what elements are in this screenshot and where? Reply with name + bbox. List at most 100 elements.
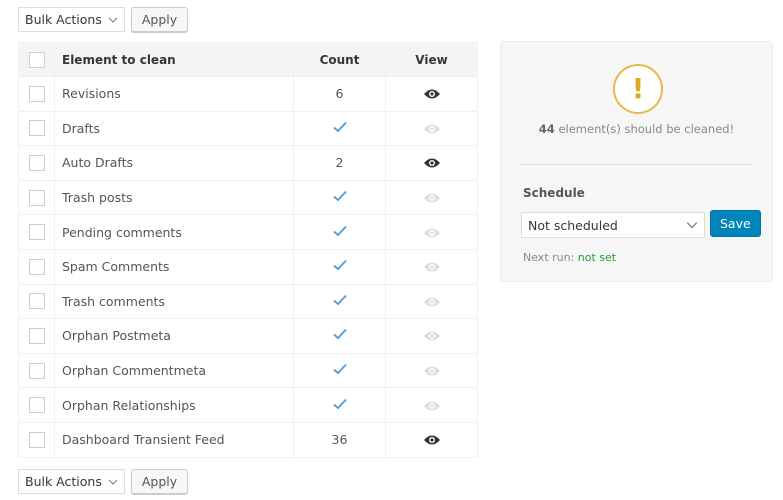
check-icon	[332, 190, 347, 202]
check-icon	[332, 398, 347, 410]
row-count-cell: 6	[293, 76, 386, 112]
check-icon	[332, 329, 347, 340]
row-checkbox-cell	[18, 110, 55, 147]
table-row: Auto Drafts 2	[18, 145, 478, 181]
row-checkbox[interactable]	[28, 154, 45, 171]
row-count: 2	[335, 155, 344, 171]
table-row: Orphan Postmeta	[18, 318, 478, 354]
row-checkbox-cell	[18, 318, 55, 354]
cleanup-table: Element to clean Count View Revisions 6 …	[18, 42, 478, 458]
row-count-cell: 36	[293, 421, 386, 458]
row-view-cell	[385, 352, 478, 389]
eye-icon	[423, 228, 440, 238]
row-checkbox-cell	[18, 179, 55, 216]
row-checkbox[interactable]	[28, 224, 45, 241]
chevron-down-icon	[108, 479, 118, 485]
row-count-cell	[293, 318, 386, 354]
bulk-actions-label: Bulk Actions	[25, 12, 102, 27]
row-view-cell	[385, 387, 478, 423]
next-run-label: Next run:	[523, 251, 575, 264]
save-button[interactable]: Save	[710, 210, 761, 237]
select-all-cell	[18, 42, 55, 77]
row-name: Dashboard Transient Feed	[54, 421, 294, 458]
row-count-cell	[293, 179, 386, 216]
row-checkbox-cell	[18, 352, 55, 389]
eye-icon[interactable]	[423, 88, 441, 100]
header-element[interactable]: Element to clean	[54, 42, 294, 77]
row-name: Spam Comments	[54, 248, 294, 285]
check-icon	[332, 260, 347, 271]
bulk-actions-select[interactable]: Bulk Actions	[18, 7, 125, 32]
warning-icon: !	[613, 64, 663, 114]
schedule-select[interactable]: Not scheduled	[521, 212, 705, 238]
eye-icon[interactable]	[423, 434, 441, 446]
chevron-down-icon	[108, 17, 118, 23]
row-view-cell	[385, 179, 478, 216]
header-view: View	[385, 42, 478, 77]
row-count-cell	[293, 352, 386, 389]
row-count-cell	[293, 248, 386, 285]
row-checkbox[interactable]	[28, 258, 45, 275]
row-checkbox[interactable]	[28, 293, 45, 310]
eye-icon[interactable]	[423, 157, 441, 169]
eye-icon	[423, 297, 440, 307]
row-view-cell	[385, 76, 478, 112]
schedule-value: Not scheduled	[528, 217, 618, 233]
table-row: Orphan Relationships	[18, 387, 478, 423]
next-run-value: not set	[577, 251, 617, 264]
table-row: Spam Comments	[18, 248, 478, 285]
row-view-cell	[385, 248, 478, 285]
header-count: Count	[293, 42, 386, 77]
row-checkbox-cell	[18, 421, 55, 458]
select-all-checkbox[interactable]	[28, 51, 45, 68]
bulk-actions-label: Bulk Actions	[25, 474, 102, 489]
bulk-actions-select[interactable]: Bulk Actions	[18, 469, 125, 494]
row-checkbox[interactable]	[28, 327, 45, 344]
summary-panel: ! 44 element(s) should be cleaned! Sched…	[500, 41, 773, 282]
check-icon	[332, 294, 347, 306]
check-icon	[332, 121, 347, 133]
row-name: Pending comments	[54, 214, 294, 250]
chevron-down-icon	[686, 222, 698, 229]
table-row: Trash comments	[18, 283, 478, 320]
check-icon	[332, 363, 347, 375]
row-name: Orphan Postmeta	[54, 318, 294, 354]
schedule-label: Schedule	[523, 186, 585, 200]
divider	[520, 164, 753, 165]
row-checkbox-cell	[18, 248, 55, 285]
row-name: Drafts	[54, 110, 294, 147]
table-row: Orphan Commentmeta	[18, 352, 478, 389]
bulk-actions-top: Bulk Actions Apply	[18, 7, 189, 32]
eye-icon	[423, 124, 440, 134]
check-icon	[332, 225, 347, 237]
next-run: Next run: not set	[523, 251, 616, 264]
row-checkbox[interactable]	[28, 397, 45, 414]
bulk-actions-bottom: Bulk Actions Apply	[18, 469, 189, 494]
row-count-cell	[293, 214, 386, 250]
row-view-cell	[385, 421, 478, 458]
row-checkbox[interactable]	[28, 189, 45, 206]
row-view-cell	[385, 283, 478, 320]
row-checkbox[interactable]	[28, 85, 45, 102]
row-name: Trash posts	[54, 179, 294, 216]
row-checkbox[interactable]	[28, 120, 45, 137]
row-count-cell	[293, 387, 386, 423]
row-name: Orphan Commentmeta	[54, 352, 294, 389]
row-count-cell	[293, 110, 386, 147]
row-count: 6	[335, 86, 344, 102]
table-row: Drafts	[18, 110, 478, 147]
row-view-cell	[385, 145, 478, 181]
table-row: Dashboard Transient Feed 36	[18, 421, 478, 458]
eye-icon	[423, 331, 440, 341]
apply-button[interactable]: Apply	[130, 469, 189, 494]
total-count: 44	[538, 122, 555, 136]
eye-icon	[423, 262, 440, 272]
row-view-cell	[385, 318, 478, 354]
table-row: Trash posts	[18, 179, 478, 216]
row-view-cell	[385, 110, 478, 147]
row-count: 36	[331, 432, 348, 448]
row-checkbox[interactable]	[28, 431, 45, 448]
apply-button[interactable]: Apply	[130, 7, 189, 32]
row-checkbox[interactable]	[28, 362, 45, 379]
row-name: Trash comments	[54, 283, 294, 320]
